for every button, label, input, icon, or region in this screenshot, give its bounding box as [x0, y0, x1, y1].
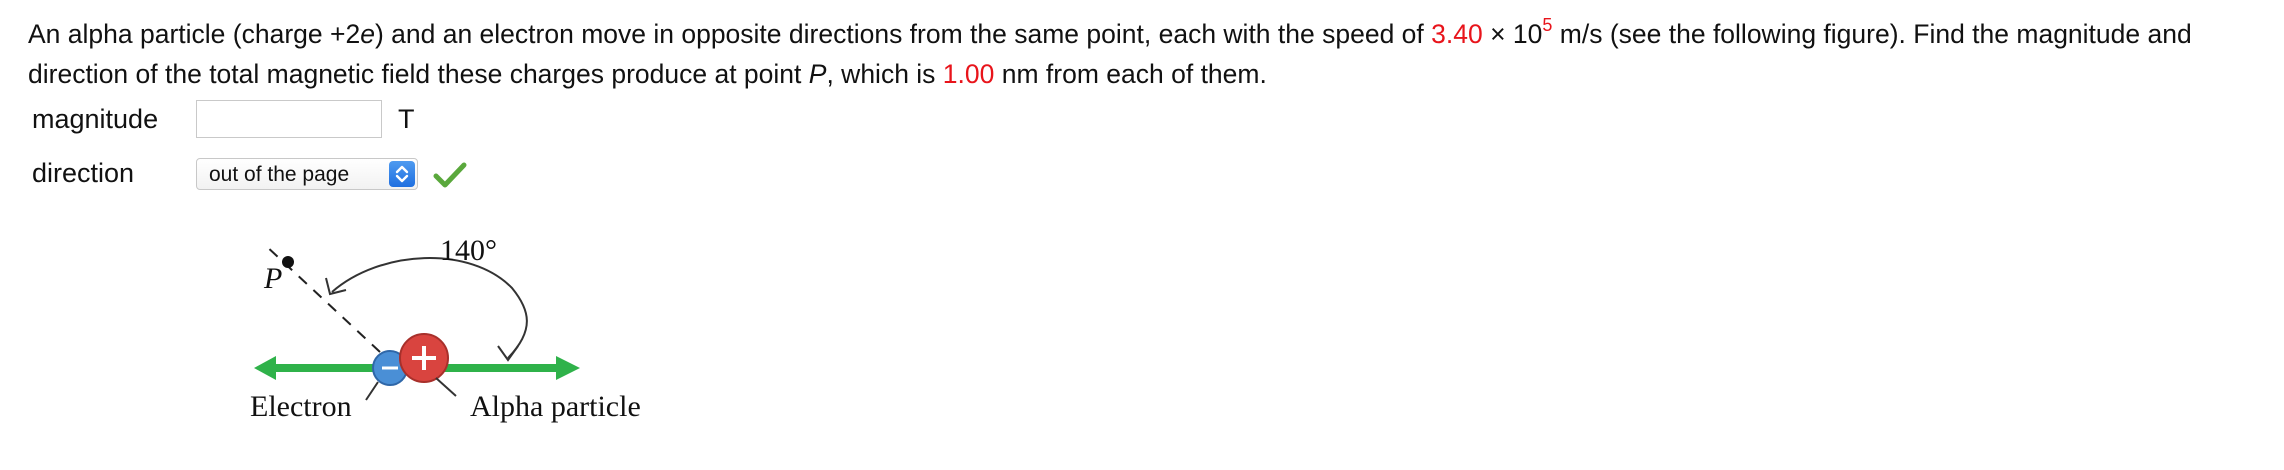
- speed-mantissa: 3.40: [1431, 19, 1483, 49]
- checkmark-icon: [433, 162, 467, 188]
- electron-label: Electron: [250, 390, 352, 423]
- direction-select[interactable]: out of the page: [196, 158, 418, 190]
- point-p-dot: [282, 256, 294, 268]
- angle-arc-arrowhead-left: [325, 277, 347, 296]
- dashed-line-to-p: [263, 243, 381, 353]
- angle-label: 140°: [440, 234, 497, 267]
- problem-statement: An alpha particle (charge +2e) and an el…: [28, 14, 2258, 94]
- magnitude-label: magnitude: [32, 104, 159, 134]
- electron-velocity-arrow: [254, 356, 382, 380]
- electron-leader-line: [365, 381, 379, 401]
- alpha-charge: [399, 333, 449, 383]
- magnitude-unit: T: [398, 104, 415, 134]
- charge-symbol: e: [360, 19, 375, 49]
- figure: 140° P Electron Alpha particle: [240, 220, 710, 440]
- problem-text-2: ) and an electron move in opposite direc…: [374, 19, 1432, 49]
- point-symbol: P: [808, 59, 827, 89]
- chevron-updown-icon: [389, 161, 415, 187]
- point-p-label: P: [264, 262, 283, 295]
- magnitude-input[interactable]: [196, 100, 382, 138]
- problem-text-4: , which is: [826, 59, 943, 89]
- problem-text-1: An alpha particle (charge +2: [28, 19, 361, 49]
- alpha-particle-label: Alpha particle: [470, 390, 641, 423]
- problem-text-5: nm from each of them.: [994, 59, 1267, 89]
- direction-label: direction: [32, 158, 135, 188]
- alpha-leader-line: [435, 377, 457, 397]
- times-ten: × 10: [1482, 19, 1543, 49]
- distance-value: 1.00: [942, 59, 995, 89]
- direction-selected-value: out of the page: [209, 163, 350, 186]
- speed-exponent: 5: [1542, 15, 1553, 36]
